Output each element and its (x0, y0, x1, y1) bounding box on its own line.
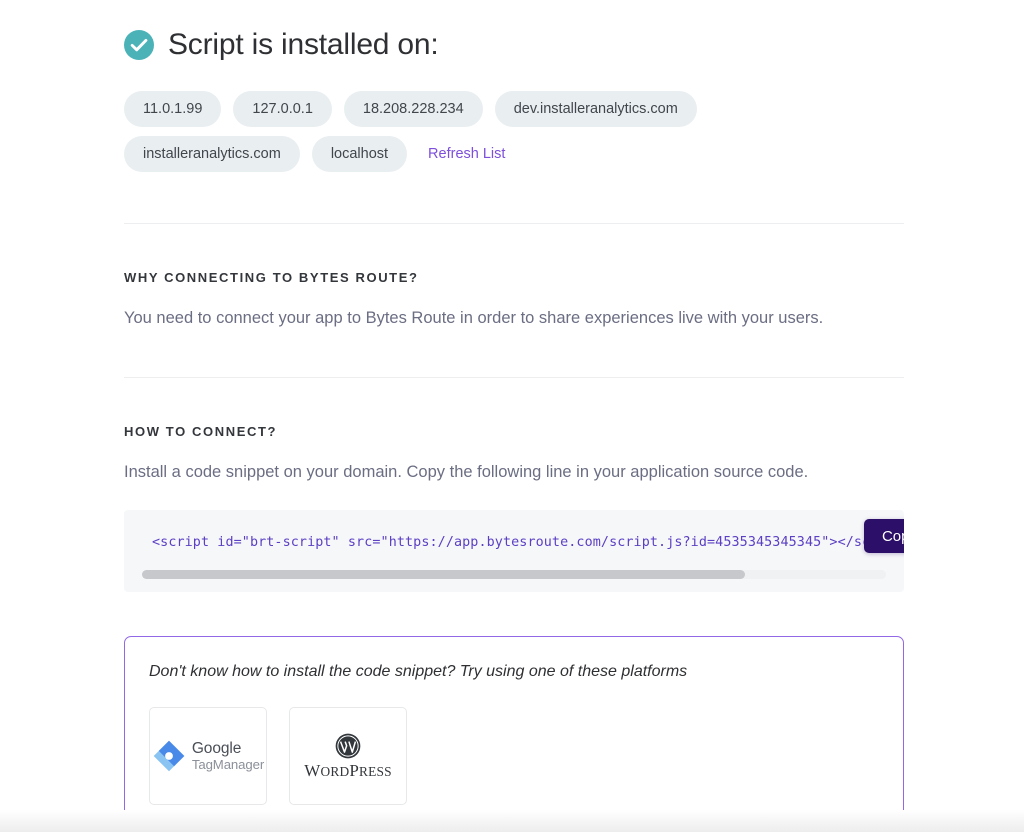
google-tag-manager-logo-icon (153, 741, 185, 772)
page-title: Script is installed on: (168, 28, 439, 61)
host-chip: localhost (311, 136, 408, 173)
section-why-connecting: WHY CONNECTING TO BYTES ROUTE? You need … (124, 270, 904, 331)
section-how-to-connect: HOW TO CONNECT? Install a code snippet o… (124, 424, 904, 485)
platform-tile-row: Google TagManager WORDPRESS (149, 707, 879, 806)
wordpress-wordmark: WORDPRESS (304, 761, 392, 781)
code-snippet-text: <script id="brt-script" src="https://app… (152, 535, 887, 551)
host-chip: 18.208.228.234 (343, 91, 483, 128)
page-heading: Script is installed on: (124, 30, 904, 60)
code-snippet-block[interactable]: <script id="brt-script" src="https://app… (124, 510, 904, 593)
code-scrollbar-track[interactable] (142, 570, 886, 580)
section-label: WHY CONNECTING TO BYTES ROUTE? (124, 270, 419, 286)
platform-suggestion-card: Don't know how to install the code snipp… (124, 636, 904, 832)
section-label: HOW TO CONNECT? (124, 424, 278, 440)
divider (124, 223, 904, 225)
copy-button[interactable]: Copy (863, 519, 904, 554)
section-text: Install a code snippet on your domain. C… (124, 463, 809, 482)
script-installation-page: Script is installed on: 11.0.1.99 127.0.… (0, 0, 1024, 832)
check-circle-icon (124, 30, 154, 60)
code-scrollbar-thumb[interactable] (142, 570, 745, 580)
platform-tile-wordpress[interactable]: WORDPRESS (289, 707, 407, 806)
host-chip: 11.0.1.99 (124, 91, 222, 128)
gtm-label-tagmanager: TagManager (191, 756, 265, 772)
platform-tile-google-tag-manager[interactable]: Google TagManager (149, 707, 267, 806)
platform-prompt-text: Don't know how to install the code snipp… (149, 663, 688, 681)
installed-hosts-list: 11.0.1.99 127.0.0.1 18.208.228.234 dev.i… (124, 91, 864, 173)
page-content: Script is installed on: 11.0.1.99 127.0.… (124, 0, 904, 832)
refresh-list-link[interactable]: Refresh List (428, 146, 505, 162)
section-text: You need to connect your app to Bytes Ro… (124, 309, 824, 328)
host-chip: dev.installeranalytics.com (494, 91, 697, 128)
host-chip: 127.0.0.1 (233, 91, 332, 128)
page-bottom-edge (0, 810, 1024, 832)
divider (124, 377, 904, 379)
wordpress-logo-icon (335, 734, 361, 759)
host-chip: installeranalytics.com (124, 136, 300, 173)
gtm-label-google: Google (191, 740, 242, 758)
